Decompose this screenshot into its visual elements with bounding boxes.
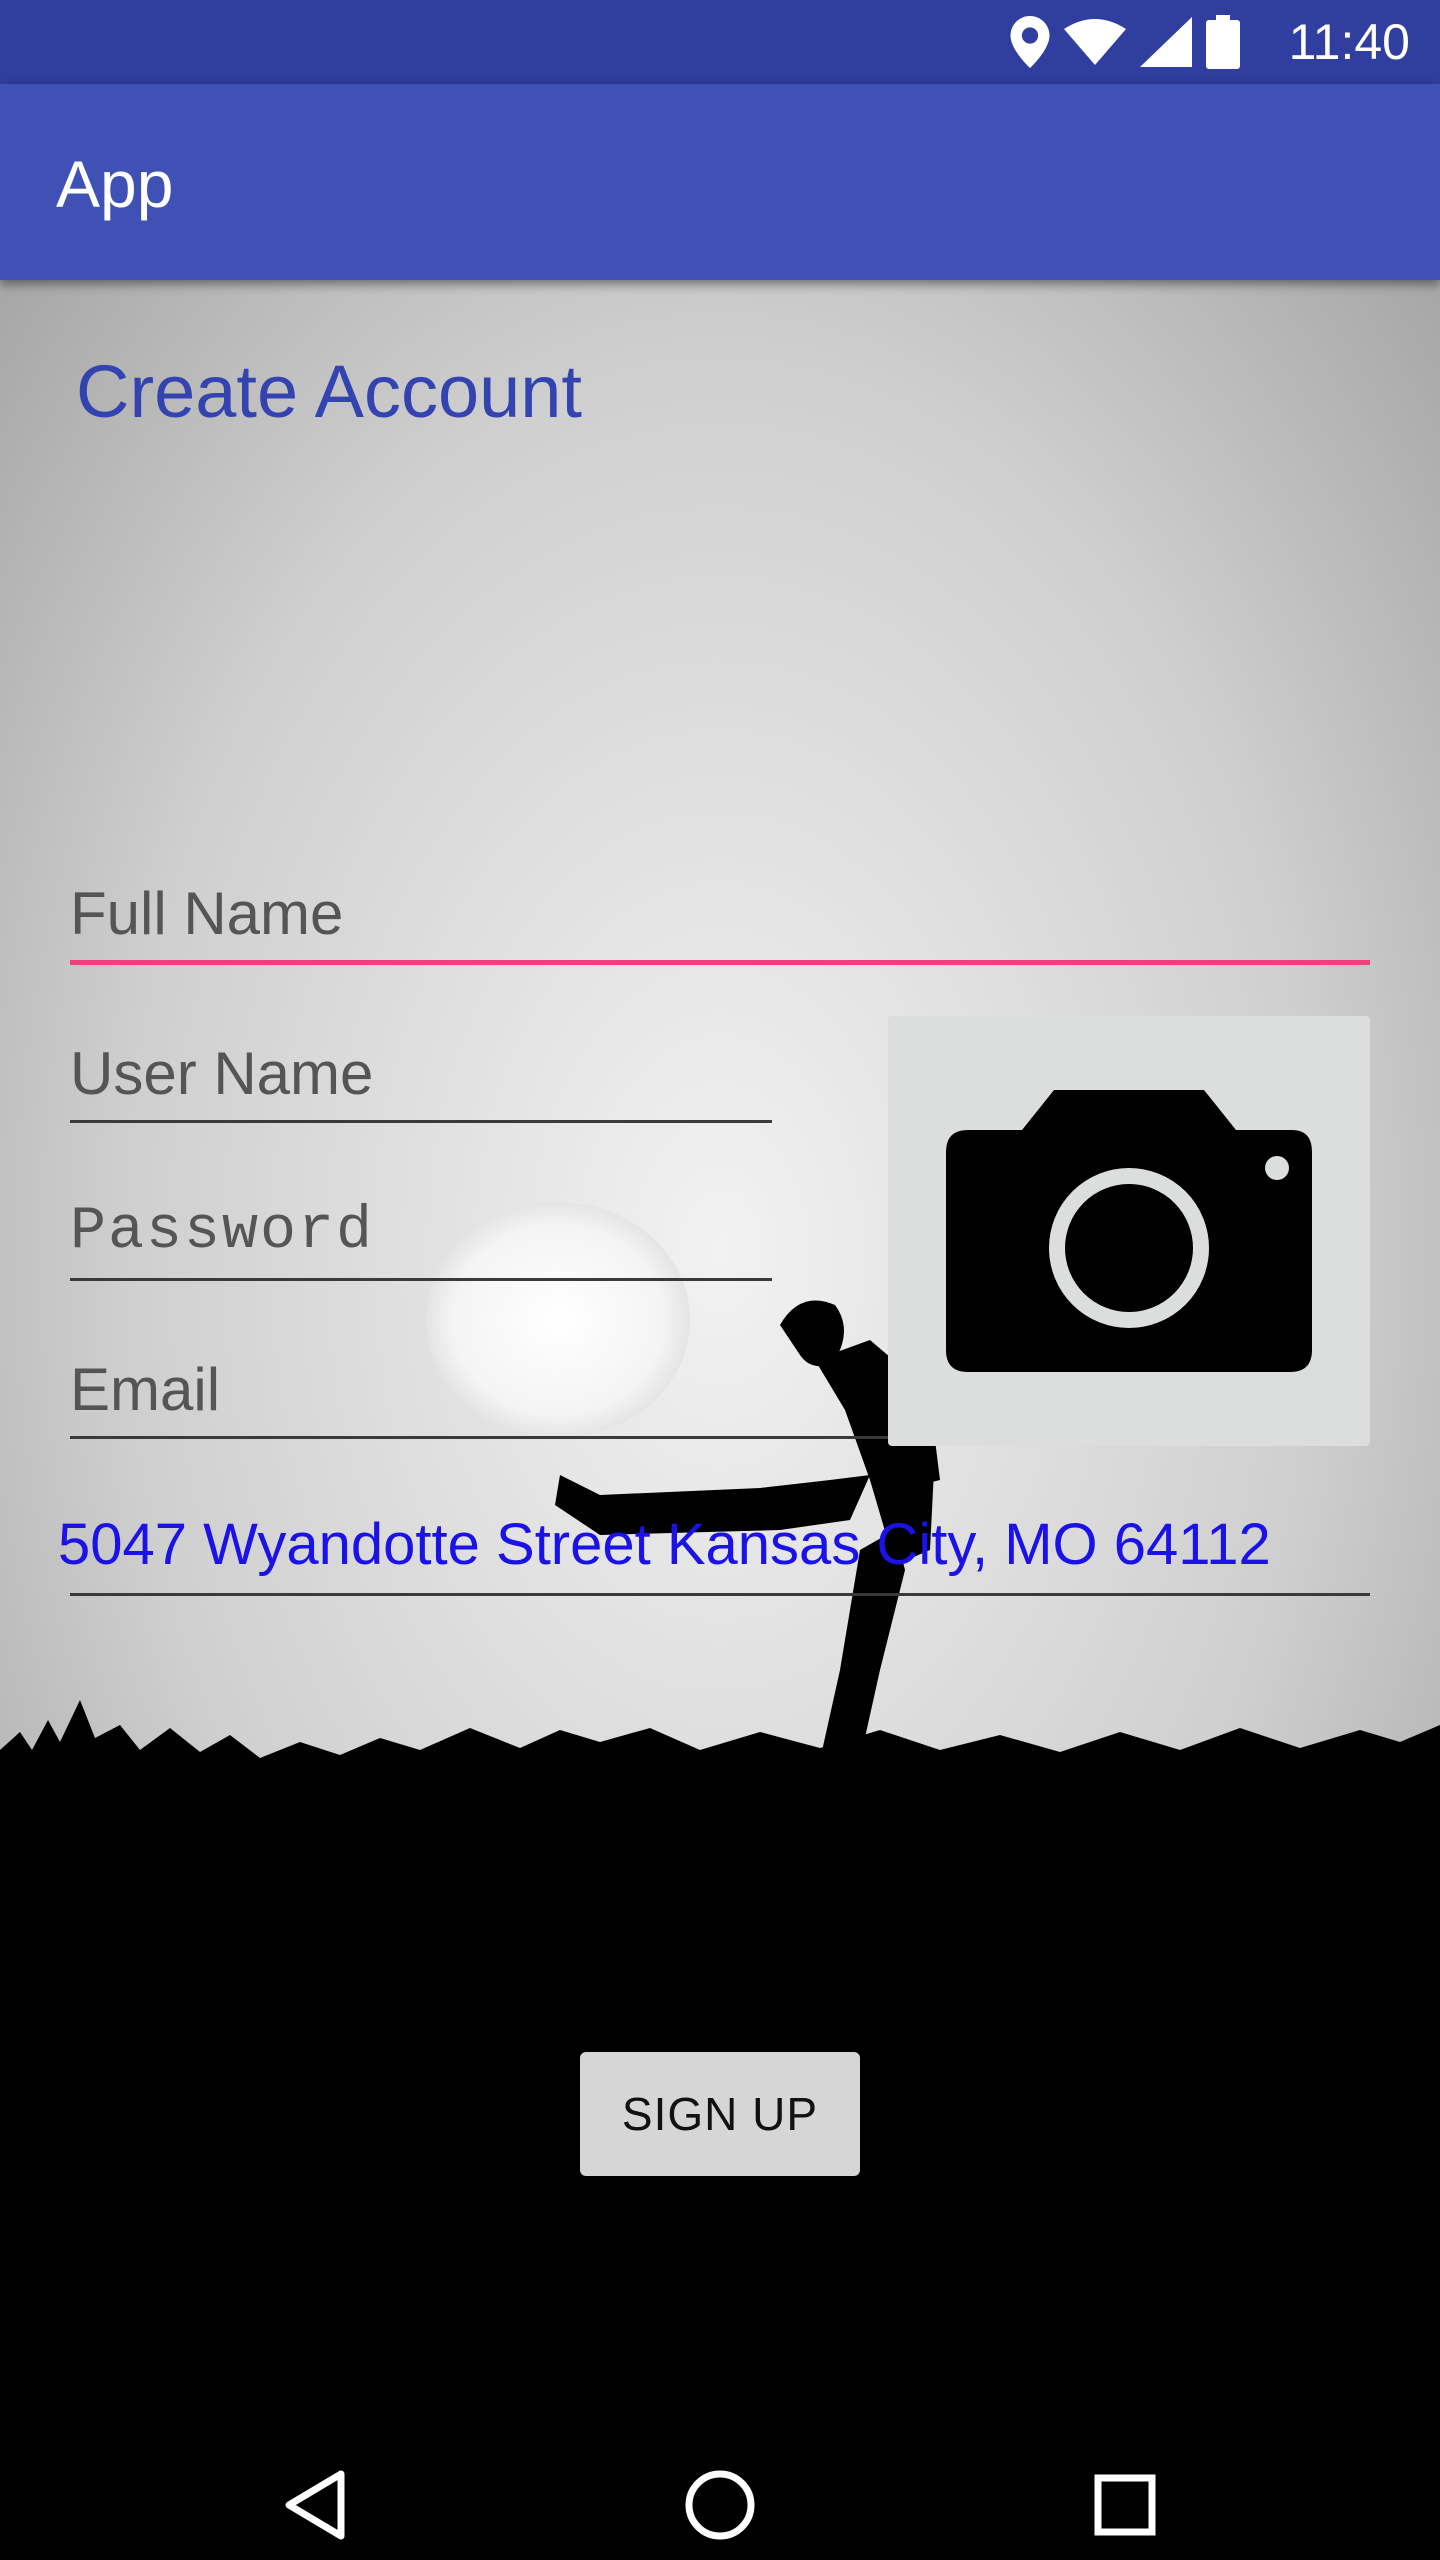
navigation-bar: [0, 2440, 1440, 2560]
email-input[interactable]: [70, 1355, 888, 1424]
battery-icon: [1206, 15, 1240, 69]
status-bar: 11:40: [0, 0, 1440, 84]
app-bar: App: [0, 84, 1440, 280]
recents-icon: [1094, 2474, 1156, 2536]
app-title: App: [56, 147, 174, 221]
recents-button[interactable]: [1080, 2460, 1170, 2550]
location-icon: [1010, 16, 1050, 68]
back-icon: [285, 2470, 345, 2540]
back-button[interactable]: [270, 2460, 360, 2550]
home-icon: [685, 2470, 755, 2540]
page-heading: Create Account: [76, 350, 582, 433]
user-name-input[interactable]: [70, 1039, 772, 1108]
status-time: 11:40: [1288, 14, 1410, 70]
wifi-icon: [1064, 19, 1126, 65]
full-name-input[interactable]: [70, 879, 1370, 948]
password-input[interactable]: [70, 1198, 772, 1266]
password-field[interactable]: [70, 1198, 772, 1281]
profile-photo-button[interactable]: [888, 1016, 1370, 1446]
camera-icon: [946, 1090, 1312, 1372]
create-account-screen: Create Account 5047 Wyandotte Street Kan…: [0, 280, 1440, 2440]
home-button[interactable]: [675, 2460, 765, 2550]
full-name-field[interactable]: [70, 879, 1370, 965]
status-icons: [1010, 14, 1240, 70]
address-underline: [70, 1593, 1370, 1596]
email-field[interactable]: [70, 1355, 888, 1439]
signal-icon: [1140, 17, 1192, 67]
address-field[interactable]: 5047 Wyandotte Street Kansas City, MO 64…: [58, 1510, 1271, 1580]
sign-up-button[interactable]: SIGN UP: [580, 2052, 860, 2176]
user-name-field[interactable]: [70, 1039, 772, 1123]
